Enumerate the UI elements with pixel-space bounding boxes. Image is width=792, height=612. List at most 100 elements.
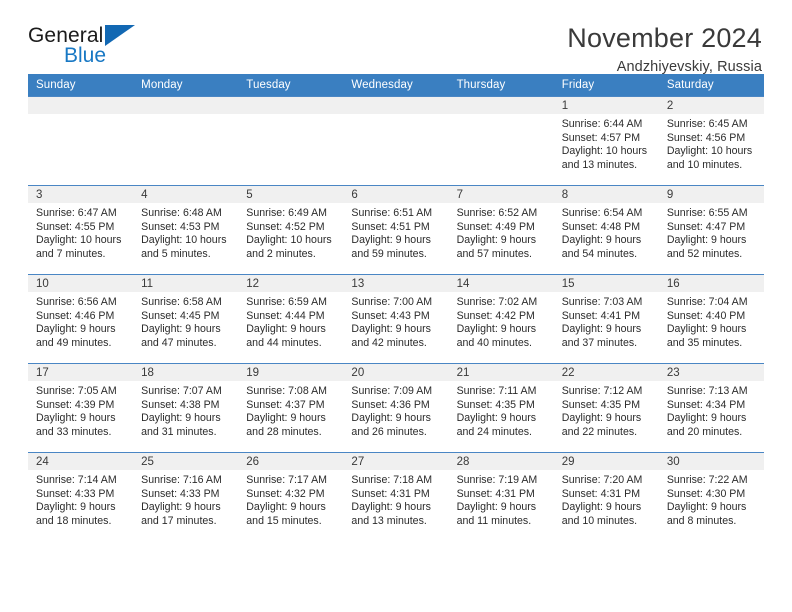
sunrise-text: Sunrise: 6:52 AM xyxy=(456,207,538,219)
calendar-day-cell[interactable]: 11 Sunrise: 6:58 AM Sunset: 4:45 PM Dayligh… xyxy=(133,274,239,364)
weekday-header-tuesday: Tuesday xyxy=(238,74,344,97)
day-number: 12 xyxy=(238,275,344,292)
sunrise-text: Sunrise: 7:13 AM xyxy=(666,385,748,397)
daylight-text: Daylight: 9 hours and 40 minutes. xyxy=(456,323,537,349)
calendar-day-cell[interactable]: 19 Sunrise: 7:08 AM Sunset: 4:37 PM Dayligh… xyxy=(238,363,344,453)
day-details: Sunrise: 6:49 AM Sunset: 4:52 PM Daylight:… xyxy=(238,203,343,261)
calendar-week-row: 3 Sunrise: 6:47 AM Sunset: 4:55 PM Daylight… xyxy=(28,185,764,275)
calendar-day-cell-empty xyxy=(448,96,554,186)
calendar-day-cell[interactable]: 23 Sunrise: 7:13 AM Sunset: 4:34 PM Dayligh… xyxy=(658,363,764,453)
sunset-text: Sunset: 4:31 PM xyxy=(456,487,535,500)
general-blue-logo[interactable]: General Blue xyxy=(28,22,146,70)
daylight-text: Daylight: 9 hours and 24 minutes. xyxy=(456,412,537,438)
title-block: November 2024 Andzhiyevskiy, Russia xyxy=(567,22,764,77)
calendar-body: 1 Sunrise: 6:44 AM Sunset: 4:57 PM Daylight… xyxy=(28,96,764,542)
calendar-day-cell[interactable]: 20 Sunrise: 7:09 AM Sunset: 4:36 PM Dayligh… xyxy=(343,363,449,453)
calendar-day-cell[interactable]: 21 Sunrise: 7:11 AM Sunset: 4:35 PM Dayligh… xyxy=(448,363,554,453)
calendar-day-cell[interactable]: 14 Sunrise: 7:02 AM Sunset: 4:42 PM Dayligh… xyxy=(448,274,554,364)
day-number: 16 xyxy=(658,275,764,292)
calendar-day-cell[interactable]: 17 Sunrise: 7:05 AM Sunset: 4:39 PM Dayligh… xyxy=(28,363,134,453)
calendar-day-cell[interactable]: 12 Sunrise: 6:59 AM Sunset: 4:44 PM Dayligh… xyxy=(238,274,344,364)
day-number: 18 xyxy=(133,364,239,381)
day-number: 21 xyxy=(448,364,554,381)
sunrise-text: Sunrise: 6:55 AM xyxy=(666,207,748,219)
day-number: 8 xyxy=(553,186,659,203)
calendar-day-cell[interactable]: 16 Sunrise: 7:04 AM Sunset: 4:40 PM Dayligh… xyxy=(658,274,764,364)
sunset-text: Sunset: 4:45 PM xyxy=(141,309,220,322)
sunset-text: Sunset: 4:53 PM xyxy=(141,220,220,233)
calendar-page: General Blue November 2024 Andzhiyevskiy… xyxy=(0,0,792,612)
calendar-day-cell[interactable]: 29 Sunrise: 7:20 AM Sunset: 4:31 PM Dayligh… xyxy=(553,452,659,542)
daylight-text: Daylight: 9 hours and 15 minutes. xyxy=(246,501,326,527)
sunrise-text: Sunrise: 7:22 AM xyxy=(666,474,748,486)
calendar-day-cell[interactable]: 2 Sunrise: 6:45 AM Sunset: 4:56 PM Daylight… xyxy=(658,96,764,186)
day-details: Sunrise: 7:13 AM Sunset: 4:34 PM Daylight:… xyxy=(659,381,764,439)
sunrise-text: Sunrise: 6:48 AM xyxy=(141,207,222,219)
day-number: 4 xyxy=(133,186,239,203)
sunset-text: Sunset: 4:49 PM xyxy=(456,220,535,233)
sunset-text: Sunset: 4:31 PM xyxy=(561,487,641,500)
calendar-day-cell[interactable]: 13 Sunrise: 7:00 AM Sunset: 4:43 PM Dayligh… xyxy=(343,274,449,364)
day-number: 29 xyxy=(553,453,659,470)
calendar-day-cell[interactable]: 7 Sunrise: 6:52 AM Sunset: 4:49 PM Daylight… xyxy=(448,185,554,275)
day-details: Sunrise: 6:48 AM Sunset: 4:53 PM Daylight:… xyxy=(133,203,238,261)
sunrise-text: Sunrise: 7:08 AM xyxy=(246,385,327,397)
daylight-text: Daylight: 10 hours and 2 minutes. xyxy=(246,234,332,260)
weekday-header-monday: Monday xyxy=(133,74,239,97)
sunset-text: Sunset: 4:35 PM xyxy=(456,398,535,411)
calendar-day-cell[interactable]: 1 Sunrise: 6:44 AM Sunset: 4:57 PM Daylight… xyxy=(553,96,659,186)
day-details: Sunrise: 7:09 AM Sunset: 4:36 PM Daylight:… xyxy=(343,381,448,439)
sunset-text: Sunset: 4:57 PM xyxy=(561,131,641,144)
calendar-day-cell[interactable]: 24 Sunrise: 7:14 AM Sunset: 4:33 PM Dayligh… xyxy=(28,452,134,542)
day-number: 6 xyxy=(343,186,449,203)
calendar-day-cell[interactable]: 9 Sunrise: 6:55 AM Sunset: 4:47 PM Daylight… xyxy=(658,185,764,275)
day-details: Sunrise: 7:05 AM Sunset: 4:39 PM Daylight:… xyxy=(28,381,133,439)
sunrise-text: Sunrise: 7:09 AM xyxy=(351,385,433,397)
day-number: 26 xyxy=(238,453,344,470)
sunset-text: Sunset: 4:32 PM xyxy=(246,487,325,500)
daylight-text: Daylight: 9 hours and 31 minutes. xyxy=(141,412,221,438)
calendar-day-cell[interactable]: 4 Sunrise: 6:48 AM Sunset: 4:53 PM Daylight… xyxy=(133,185,239,275)
day-details: Sunrise: 7:22 AM Sunset: 4:30 PM Daylight:… xyxy=(659,470,764,528)
calendar-day-cell[interactable]: 26 Sunrise: 7:17 AM Sunset: 4:32 PM Dayligh… xyxy=(238,452,344,542)
calendar-day-cell[interactable]: 10 Sunrise: 6:56 AM Sunset: 4:46 PM Dayligh… xyxy=(28,274,134,364)
sunset-text: Sunset: 4:44 PM xyxy=(246,309,325,322)
calendar-day-cell[interactable]: 30 Sunrise: 7:22 AM Sunset: 4:30 PM Dayligh… xyxy=(658,452,764,542)
daylight-text: Daylight: 9 hours and 47 minutes. xyxy=(141,323,221,349)
day-number: 5 xyxy=(238,186,344,203)
day-details: Sunrise: 6:44 AM Sunset: 4:57 PM Daylight:… xyxy=(554,114,659,172)
day-number: 9 xyxy=(658,186,764,203)
calendar-week-row: 10 Sunrise: 6:56 AM Sunset: 4:46 PM Dayligh… xyxy=(28,274,764,364)
page-header: General Blue November 2024 Andzhiyevskiy… xyxy=(28,0,764,77)
sunset-text: Sunset: 4:31 PM xyxy=(351,487,430,500)
sunrise-text: Sunrise: 7:11 AM xyxy=(456,385,537,397)
day-details: Sunrise: 6:54 AM Sunset: 4:48 PM Daylight:… xyxy=(554,203,659,261)
day-number: 27 xyxy=(343,453,449,470)
daylight-text: Daylight: 9 hours and 37 minutes. xyxy=(561,323,642,349)
calendar-day-cell[interactable]: 8 Sunrise: 6:54 AM Sunset: 4:48 PM Daylight… xyxy=(553,185,659,275)
day-number: 19 xyxy=(238,364,344,381)
sunset-text: Sunset: 4:33 PM xyxy=(36,487,115,500)
calendar-day-cell[interactable]: 18 Sunrise: 7:07 AM Sunset: 4:38 PM Dayligh… xyxy=(133,363,239,453)
calendar-day-cell[interactable]: 3 Sunrise: 6:47 AM Sunset: 4:55 PM Daylight… xyxy=(28,185,134,275)
daylight-text: Daylight: 9 hours and 10 minutes. xyxy=(561,501,642,527)
day-number: 3 xyxy=(28,186,134,203)
calendar-day-cell[interactable]: 6 Sunrise: 6:51 AM Sunset: 4:51 PM Daylight… xyxy=(343,185,449,275)
sunrise-text: Sunrise: 7:07 AM xyxy=(141,385,222,397)
day-number: 11 xyxy=(133,275,239,292)
calendar-day-cell[interactable]: 25 Sunrise: 7:16 AM Sunset: 4:33 PM Dayligh… xyxy=(133,452,239,542)
sunset-text: Sunset: 4:52 PM xyxy=(246,220,325,233)
day-number: 30 xyxy=(658,453,764,470)
calendar-day-cell[interactable]: 15 Sunrise: 7:03 AM Sunset: 4:41 PM Dayligh… xyxy=(553,274,659,364)
sunset-text: Sunset: 4:55 PM xyxy=(36,220,115,233)
weekday-header-sunday: Sunday xyxy=(28,74,134,97)
day-number: 22 xyxy=(553,364,659,381)
calendar-day-cell[interactable]: 22 Sunrise: 7:12 AM Sunset: 4:35 PM Dayligh… xyxy=(553,363,659,453)
calendar-day-cell[interactable]: 28 Sunrise: 7:19 AM Sunset: 4:31 PM Dayligh… xyxy=(448,452,554,542)
sunset-text: Sunset: 4:46 PM xyxy=(36,309,115,322)
calendar-day-cell[interactable]: 5 Sunrise: 6:49 AM Sunset: 4:52 PM Daylight… xyxy=(238,185,344,275)
day-number: 10 xyxy=(28,275,134,292)
calendar-day-cell[interactable]: 27 Sunrise: 7:18 AM Sunset: 4:31 PM Dayligh… xyxy=(343,452,449,542)
daylight-text: Daylight: 10 hours and 5 minutes. xyxy=(141,234,227,260)
daylight-text: Daylight: 9 hours and 26 minutes. xyxy=(351,412,431,438)
